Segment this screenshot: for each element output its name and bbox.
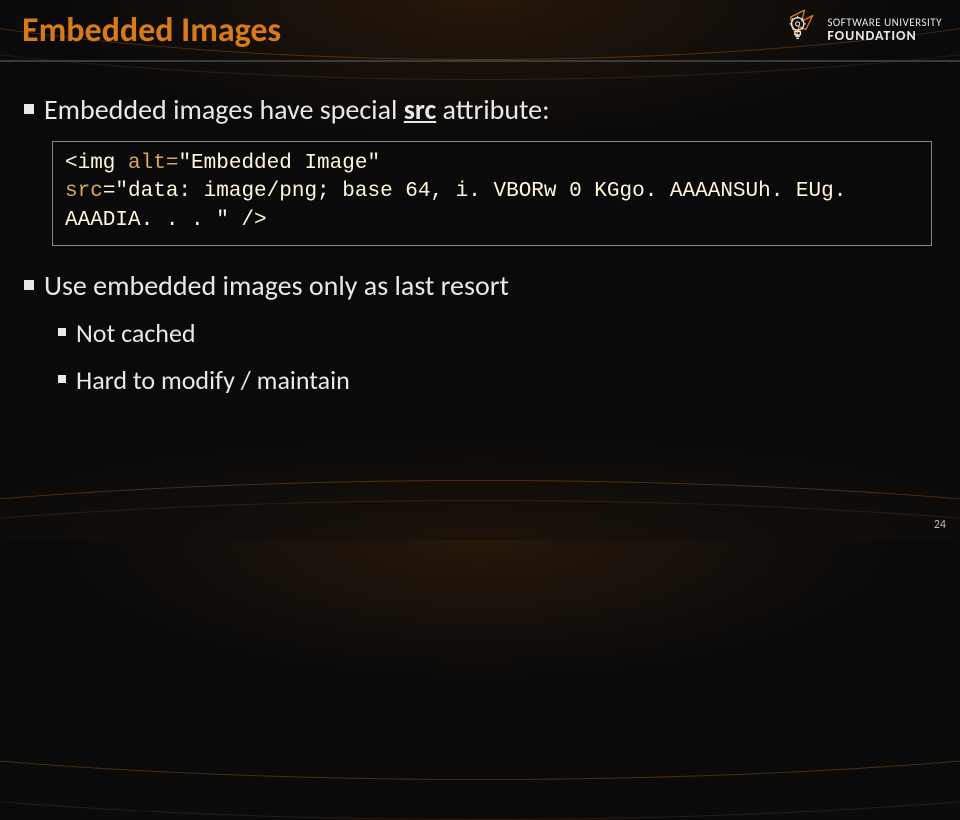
sub-bullet-item: Not cached: [58, 317, 936, 350]
square-bullet-icon: [58, 375, 66, 383]
code-token: <img: [65, 152, 115, 175]
bullet-text: Hard to modify / maintain: [76, 364, 350, 397]
logo-line-2: FOUNDATION: [827, 29, 942, 44]
square-bullet-icon: [24, 104, 34, 114]
org-logo: SOFTWARE UNIVERSITY FOUNDATION: [777, 6, 942, 55]
code-token: "Embedded Image": [178, 152, 380, 175]
decorative-arc: [0, 480, 960, 780]
code-token: "data: image/png; base 64, i. VBORw 0 KG…: [65, 180, 859, 231]
text-span: Embedded images have special: [44, 92, 404, 127]
page-number: 24: [934, 518, 946, 532]
code-token: />: [229, 209, 267, 232]
square-bullet-icon: [58, 328, 66, 336]
text-span: attribute:: [436, 92, 549, 127]
bullet-item: Use embedded images only as last resort: [24, 268, 936, 303]
bullet-text: Use embedded images only as last resort: [44, 268, 509, 303]
code-token: =: [103, 180, 116, 203]
code-token: alt=: [115, 152, 178, 175]
sub-bullet-item: Hard to modify / maintain: [58, 364, 936, 397]
decorative-arc: [0, 500, 960, 820]
square-bullet-icon: [24, 280, 34, 290]
bullet-text: Not cached: [76, 317, 196, 350]
slide-title: Embedded Images: [22, 10, 281, 51]
code-block: <img alt="Embedded Image" src="data: ima…: [52, 141, 932, 246]
src-attribute-label: src: [404, 92, 436, 127]
code-token: src: [65, 180, 103, 203]
slide-body: Embedded images have special src attribu…: [24, 92, 936, 410]
bullet-text: Embedded images have special src attribu…: [44, 92, 550, 127]
bullet-item: Embedded images have special src attribu…: [24, 92, 936, 127]
title-underline: [0, 60, 960, 62]
lightbulb-gear-icon: [777, 6, 821, 55]
